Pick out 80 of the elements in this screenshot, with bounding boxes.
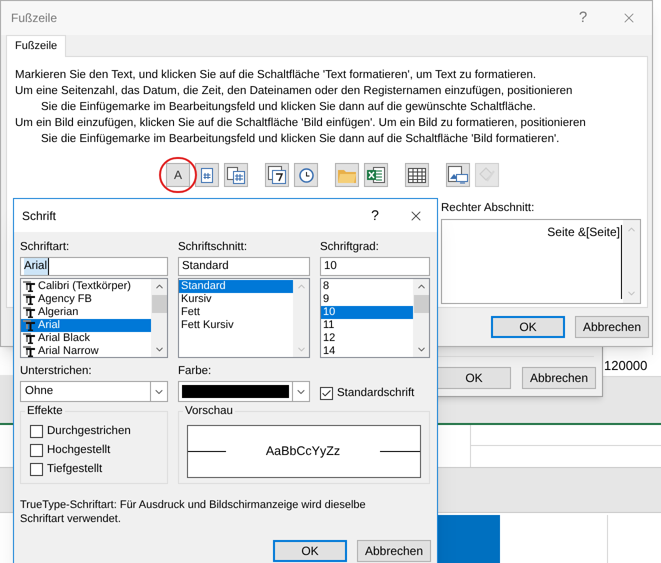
list-item[interactable]: Arial bbox=[21, 319, 151, 332]
right-section-field[interactable]: Seite &[Seite] bbox=[441, 219, 641, 304]
field-label: Schriftschnitt: bbox=[178, 240, 248, 254]
table-cell-text: 120000 bbox=[603, 356, 648, 375]
checkbox-label: Tiefgestellt bbox=[47, 463, 102, 476]
list-item[interactable]: Arial Narrow bbox=[21, 345, 151, 357]
toolbar-button[interactable] bbox=[446, 163, 470, 187]
folder-icon bbox=[338, 168, 356, 182]
cancel-button[interactable]: Abbrechen bbox=[575, 316, 649, 338]
list-item[interactable]: Algerian bbox=[21, 306, 151, 319]
toolbar-button[interactable] bbox=[265, 163, 289, 187]
truetype-icon bbox=[23, 294, 35, 305]
toolbar-button[interactable] bbox=[405, 163, 429, 187]
list-item[interactable]: Standard bbox=[179, 280, 293, 293]
instruction-text: Sie die Einfügemarke im Bearbeitungsfeld und klicken Sie dann auf die Schaltfläche 'Bild formatieren'. bbox=[40, 132, 560, 147]
checkbox[interactable] bbox=[30, 444, 43, 457]
instruction-text: Sie die Einfügemarke im Bearbeitungsfeld und klicken Sie dann auf die gewünschte Schaltfläche. bbox=[40, 100, 537, 115]
truetype-icon bbox=[23, 320, 35, 331]
tab[interactable]: Fußzeile bbox=[6, 35, 66, 57]
checkbox[interactable] bbox=[30, 463, 43, 476]
format-text-button[interactable]: A bbox=[166, 163, 190, 187]
cancel-button[interactable]: Abbrechen bbox=[357, 540, 431, 562]
instruction-text: Um eine Seitenzahl, das Datum, die Zeit, den Dateinamen oder den Registernamen einzufügen, positionieren bbox=[15, 84, 574, 99]
checkbox-label: Standardschrift bbox=[337, 386, 414, 400]
scrollbar-thumb[interactable] bbox=[152, 295, 166, 313]
calendar-icon bbox=[268, 166, 286, 184]
list-item[interactable]: Agency FB bbox=[21, 293, 151, 306]
field-label: Schriftart: bbox=[20, 240, 70, 254]
info-text: TrueType-Schriftart: Für Ausdruck und Bildschirmanzeige wird dieselbe Schriftart verwendet. bbox=[20, 498, 367, 526]
list-item[interactable]: 14 bbox=[321, 345, 413, 357]
list-item[interactable]: Fett Kursiv bbox=[179, 319, 293, 332]
checkbox[interactable] bbox=[30, 425, 43, 438]
instruction-text: Markieren Sie den Text, und klicken Sie auf die Schaltfläche 'Text formatieren', um Text zu formatieren. bbox=[15, 68, 538, 83]
underline-dropdown[interactable]: Ohne bbox=[20, 381, 168, 402]
field-label: Farbe: bbox=[178, 364, 212, 378]
field-label: Rechter Abschnitt: bbox=[441, 201, 536, 216]
preview-text: AaBbCcYyZz bbox=[264, 443, 342, 460]
truetype-icon bbox=[23, 333, 35, 344]
pages-icon bbox=[227, 166, 245, 184]
list-item[interactable]: 9 bbox=[321, 293, 413, 306]
list-item[interactable]: Calibri (Textkörper) bbox=[21, 280, 151, 293]
checkbox[interactable] bbox=[320, 387, 333, 400]
field-label: Schriftgrad: bbox=[320, 240, 380, 254]
selected-cell bbox=[437, 515, 500, 563]
list-item[interactable]: Arial Black bbox=[21, 332, 151, 345]
input-field[interactable]: Arial bbox=[20, 257, 168, 276]
checkbox-label: Durchgestrichen bbox=[47, 425, 131, 438]
list-item[interactable]: 11 bbox=[321, 319, 413, 332]
truetype-icon bbox=[23, 281, 35, 292]
color-dropdown[interactable] bbox=[178, 381, 310, 402]
page-number-icon bbox=[201, 168, 213, 182]
ok-button[interactable]: OK bbox=[437, 367, 511, 389]
toolbar-button[interactable] bbox=[364, 163, 388, 187]
toolbar-button[interactable] bbox=[224, 163, 248, 187]
list-item[interactable]: Kursiv bbox=[179, 293, 293, 306]
scrollbar[interactable] bbox=[151, 279, 167, 357]
check-icon bbox=[321, 388, 332, 399]
cancel-button[interactable]: Abbrechen bbox=[522, 367, 596, 389]
list-item[interactable]: 10 bbox=[321, 306, 413, 319]
window-title: Schrift bbox=[22, 208, 56, 224]
input-field[interactable]: 10 bbox=[320, 257, 430, 276]
instruction-text: Um ein Bild einzufügen, klicken Sie auf die Schaltfläche 'Bild einfügen'. Um ein Bild zu formatieren, positionieren bbox=[15, 116, 587, 131]
list-item[interactable]: 12 bbox=[321, 332, 413, 345]
table-icon bbox=[408, 168, 426, 182]
help-button[interactable]: ? bbox=[365, 205, 385, 226]
scrollbar[interactable] bbox=[413, 279, 429, 357]
input-field[interactable]: Standard bbox=[178, 257, 310, 276]
ok-button[interactable]: OK bbox=[273, 540, 347, 562]
ok-button[interactable]: OK bbox=[491, 316, 565, 338]
truetype-icon bbox=[23, 307, 35, 318]
help-button[interactable]: ? bbox=[568, 6, 598, 30]
checkbox-label: Hochgestellt bbox=[47, 444, 110, 457]
picture-icon bbox=[448, 166, 468, 184]
list-item[interactable]: Fett bbox=[179, 306, 293, 319]
list-item[interactable]: 8 bbox=[321, 280, 413, 293]
field-label: Unterstrichen: bbox=[20, 364, 93, 378]
clock-icon bbox=[298, 168, 314, 182]
window-title: Fußzeile bbox=[11, 10, 58, 27]
scrollbar-thumb[interactable] bbox=[414, 295, 428, 313]
spreadsheet-file-icon bbox=[367, 166, 385, 184]
